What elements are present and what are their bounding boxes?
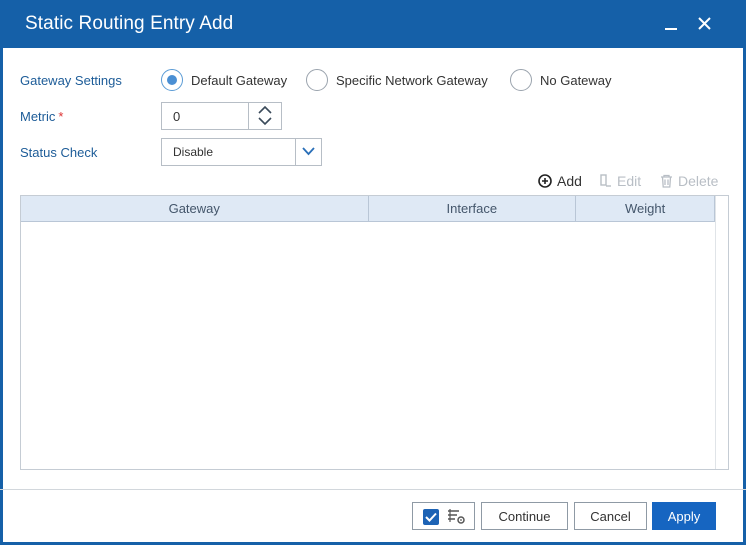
checkbox-checked-icon[interactable] — [423, 509, 439, 525]
close-icon[interactable] — [692, 10, 718, 36]
column-header-weight[interactable]: Weight — [576, 196, 715, 221]
delete-label: Delete — [678, 173, 719, 189]
gateway-table[interactable]: Gateway Interface Weight — [20, 195, 729, 470]
cancel-button[interactable]: Cancel — [574, 502, 647, 530]
status-check-label: Status Check — [20, 145, 98, 160]
status-check-select[interactable]: Disable — [161, 138, 322, 166]
dialog-titlebar[interactable]: Static Routing Entry Add — [0, 0, 746, 48]
edit-icon — [600, 174, 611, 187]
metric-stepper-arrows[interactable] — [248, 103, 281, 129]
metric-label: Metric * — [20, 109, 63, 124]
radio-button-checked[interactable] — [161, 69, 183, 91]
chevron-up-icon[interactable] — [258, 105, 272, 114]
select-caret[interactable] — [295, 139, 321, 165]
metric-input[interactable]: 0 — [162, 103, 248, 129]
list-settings-icon — [448, 509, 465, 524]
radio-no-gateway[interactable]: No Gateway — [510, 69, 612, 91]
status-check-value: Disable — [173, 145, 214, 159]
apply-button[interactable]: Apply — [652, 502, 716, 530]
minimize-icon[interactable] — [658, 10, 684, 36]
add-label: Add — [557, 173, 582, 189]
gateway-settings-label: Gateway Settings — [20, 73, 122, 88]
radio-label-specific-network-gateway: Specific Network Gateway — [336, 72, 488, 88]
edit-button[interactable]: Edit — [598, 172, 641, 190]
table-scrollbar[interactable] — [715, 196, 728, 469]
static-routing-dialog: Static Routing Entry Add Gateway Setting… — [0, 0, 746, 545]
radio-default-gateway[interactable]: Default Gateway — [161, 69, 287, 91]
column-header-interface[interactable]: Interface — [369, 196, 577, 221]
metric-label-text: Metric — [20, 109, 56, 124]
dialog-title: Static Routing Entry Add — [25, 13, 234, 34]
radio-button-unchecked[interactable] — [510, 69, 532, 91]
radio-label-no-gateway: No Gateway — [540, 72, 612, 88]
footer-divider — [0, 489, 746, 490]
trash-icon — [661, 174, 672, 188]
radio-label-default-gateway: Default Gateway — [191, 72, 288, 88]
plus-circle-icon — [538, 174, 552, 188]
chevron-down-icon — [302, 147, 315, 156]
add-button[interactable]: Add — [538, 172, 582, 190]
chevron-down-icon[interactable] — [258, 117, 272, 126]
radio-button-unchecked[interactable] — [306, 69, 328, 91]
edit-label: Edit — [617, 173, 642, 189]
column-header-gateway[interactable]: Gateway — [21, 196, 369, 221]
metric-stepper[interactable]: 0 — [161, 102, 282, 130]
delete-button[interactable]: Delete — [660, 172, 718, 190]
options-toggle-button[interactable] — [412, 502, 475, 530]
required-marker: * — [58, 109, 64, 124]
continue-button[interactable]: Continue — [481, 502, 568, 530]
radio-specific-network-gateway[interactable]: Specific Network Gateway — [306, 69, 488, 91]
table-header: Gateway Interface Weight — [21, 196, 715, 222]
